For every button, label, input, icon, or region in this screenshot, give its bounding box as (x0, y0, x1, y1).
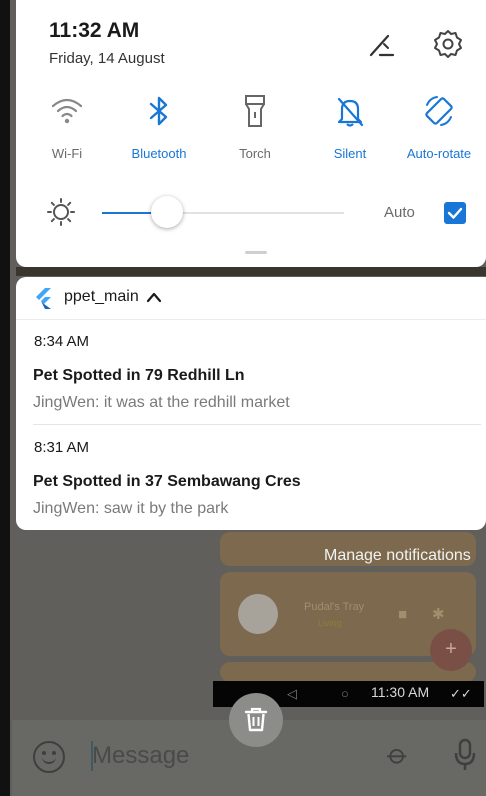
tile-wifi[interactable]: Wi-Fi (22, 92, 112, 161)
auto-rotate-icon (425, 96, 453, 126)
notification-time: 8:34 AM (34, 333, 90, 350)
drag-handle[interactable] (245, 251, 267, 254)
tile-silent[interactable]: Silent (305, 92, 395, 161)
notification-title: Pet Spotted in 37 Sembawang Cres (33, 473, 301, 490)
notification-app-name: ppet_main (64, 288, 139, 305)
attach-icon[interactable]: ⌀ (381, 737, 416, 772)
flutter-app-icon (36, 288, 51, 309)
tile-torch[interactable]: Torch (210, 92, 300, 161)
manage-notifications-link[interactable]: Manage notifications (324, 547, 471, 565)
background-left-edge (0, 0, 10, 796)
tile-bluetooth[interactable]: Bluetooth (114, 92, 204, 161)
emoji-icon[interactable] (33, 741, 65, 773)
notification-divider (33, 424, 481, 425)
message-input[interactable]: Message (92, 742, 189, 770)
checkmark-icon (447, 207, 463, 219)
silent-icon (337, 97, 364, 127)
settings-icon: ✱ (432, 606, 445, 623)
auto-brightness-checkbox[interactable] (444, 202, 466, 224)
torch-icon (245, 95, 265, 127)
wifi-icon (51, 98, 83, 124)
gear-icon[interactable] (432, 28, 464, 60)
video-icon: ■ (398, 606, 408, 623)
edit-icon[interactable] (366, 30, 396, 60)
tile-bluetooth-label: Bluetooth (131, 146, 187, 161)
background-card-name: Pudal's Tray (304, 601, 365, 613)
panel-gap (16, 267, 486, 276)
clear-notifications-button[interactable] (229, 693, 283, 747)
notification-card[interactable]: ppet_main 8:34 AM Pet Spotted in 79 Redh… (16, 277, 486, 530)
tile-wifi-label: Wi-Fi (51, 146, 83, 161)
notification-body: JingWen: saw it by the park (33, 500, 229, 517)
background-avatar (238, 594, 278, 634)
microphone-icon[interactable] (453, 738, 477, 772)
quick-settings-panel: 11:32 AM Friday, 14 August Wi-Fi Bluetoo… (16, 0, 486, 267)
background-time: 11:30 AM (371, 684, 430, 700)
notification-time: 8:31 AM (34, 439, 90, 456)
notification-header[interactable]: ppet_main (16, 277, 486, 320)
notification-title: Pet Spotted in 79 Redhill Ln (33, 367, 245, 384)
auto-brightness-label: Auto (384, 204, 415, 221)
bluetooth-icon (149, 96, 168, 126)
brightness-icon (47, 198, 75, 226)
back-icon: ◁ (287, 686, 297, 701)
tile-torch-label: Torch (239, 146, 271, 161)
tile-auto-rotate[interactable]: Auto-rotate (394, 92, 484, 161)
trash-icon (244, 707, 268, 732)
add-fab-button[interactable]: + (430, 629, 472, 671)
brightness-slider-thumb[interactable] (151, 196, 184, 228)
double-check-icon: ✓✓ (450, 686, 472, 701)
status-date: Friday, 14 August (49, 50, 165, 67)
notification-body: JingWen: it was at the redhill market (33, 394, 290, 411)
background-card-status: Living (318, 618, 342, 628)
status-time: 11:32 AM (49, 19, 140, 42)
home-icon: ○ (341, 686, 349, 701)
tile-auto-rotate-label: Auto-rotate (406, 146, 472, 161)
brightness-slider[interactable] (102, 196, 344, 228)
chevron-up-icon[interactable] (146, 291, 162, 303)
tile-silent-label: Silent (333, 146, 367, 161)
